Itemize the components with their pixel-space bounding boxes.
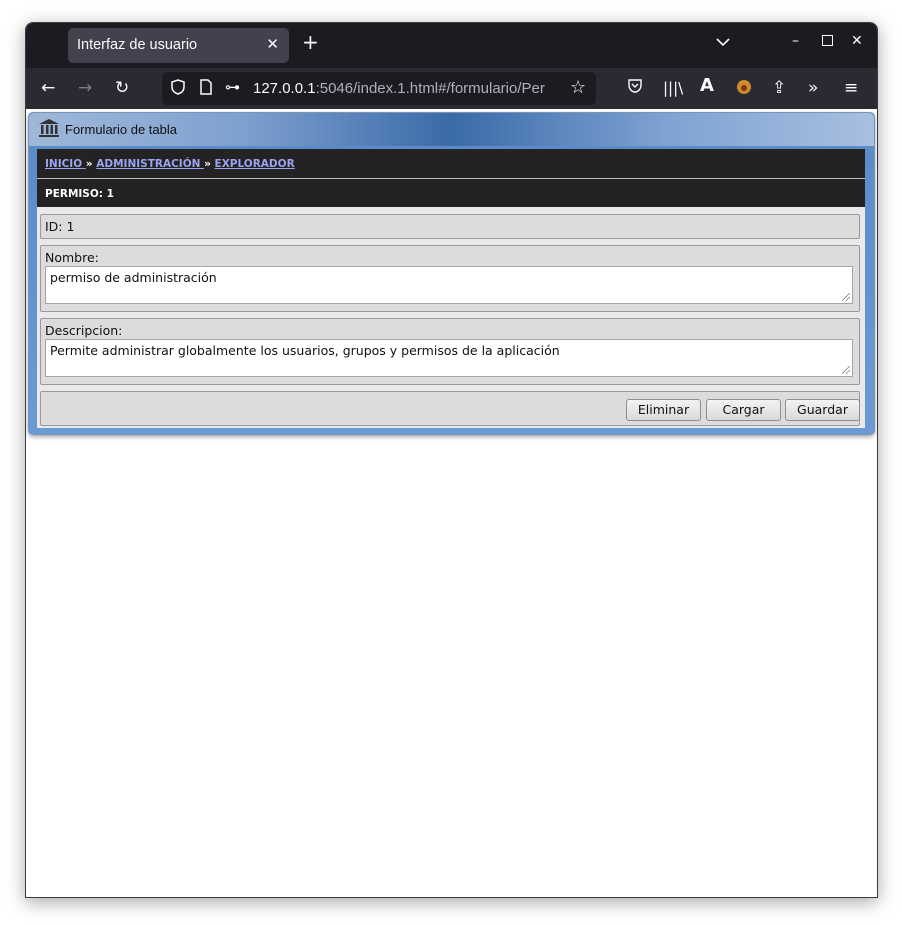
panel-title: Formulario de tabla	[65, 122, 177, 137]
bookmark-star-icon[interactable]: ☆	[570, 77, 586, 98]
new-tab-icon[interactable]: +	[302, 32, 319, 52]
tab-close-icon[interactable]: ✕	[266, 35, 279, 53]
reload-icon[interactable]: ↻	[115, 79, 129, 97]
breadcrumb-separator: »	[85, 158, 97, 170]
descripcion-textarea[interactable]: Permite administrar globalmente los usua…	[45, 339, 853, 377]
share-icon[interactable]: ⇪	[772, 79, 786, 97]
descripcion-value: Permite administrar globalmente los usua…	[50, 343, 560, 358]
breadcrumb-separator: »	[204, 158, 215, 170]
id-label: ID: 1	[45, 219, 75, 234]
forward-icon: →	[78, 78, 93, 98]
descripcion-label: Descripcion:	[45, 323, 123, 338]
title-bar: Interfaz de usuario ✕ + – ✕	[26, 23, 877, 68]
panel-header: Formulario de tabla	[29, 113, 874, 146]
resize-grip-icon[interactable]	[842, 366, 850, 374]
page-content: Formulario de tabla INICIO » ADMINISTRAC…	[26, 109, 877, 897]
nombre-field: Nombre: permiso de administración	[40, 245, 860, 312]
extension-icon[interactable]	[736, 79, 752, 99]
button-bar: Eliminar Cargar Guardar	[40, 391, 860, 426]
shield-icon[interactable]	[171, 79, 185, 99]
breadcrumb-explorador[interactable]: EXPLORADOR	[215, 158, 295, 170]
resize-grip-icon[interactable]	[842, 293, 850, 301]
breadcrumb: INICIO » ADMINISTRACIÓN » EXPLORADOR	[37, 149, 865, 179]
library-icon[interactable]: |||\	[663, 79, 683, 97]
overflow-menu-icon[interactable]: »	[808, 79, 818, 97]
descripcion-field: Descripcion: Permite administrar globalm…	[40, 318, 860, 385]
close-window-icon[interactable]: ✕	[851, 33, 863, 49]
record-subtitle: PERMISO: 1	[37, 179, 865, 207]
browser-window: Interfaz de usuario ✕ + – ✕ ← → ↻ ⊶ 127.…	[25, 22, 878, 898]
delete-button[interactable]: Eliminar	[626, 399, 701, 421]
pocket-icon[interactable]	[627, 79, 643, 97]
key-icon[interactable]: ⊶	[225, 78, 240, 96]
tab-title: Interfaz de usuario	[77, 37, 198, 53]
url-bar[interactable]: ⊶ 127.0.0.1:5046/index.1.html#/formulari…	[162, 72, 596, 105]
form-area: ID: 1 Nombre: permiso de administración …	[37, 207, 865, 428]
save-button[interactable]: Guardar	[785, 399, 860, 421]
minimize-icon[interactable]: –	[792, 33, 799, 49]
page-icon	[200, 79, 212, 99]
back-icon[interactable]: ←	[41, 79, 55, 97]
navigation-bar: ← → ↻ ⊶ 127.0.0.1:5046/index.1.html#/for…	[26, 68, 877, 109]
url-text[interactable]: 127.0.0.1:5046/index.1.html#/formulario/…	[253, 80, 559, 97]
list-all-tabs-icon[interactable]	[716, 35, 730, 51]
record-title: PERMISO: 1	[45, 188, 114, 200]
breadcrumb-inicio[interactable]: INICIO	[45, 158, 86, 170]
reader-font-icon[interactable]: A	[700, 77, 714, 95]
maximize-icon[interactable]	[822, 34, 833, 50]
form-panel: Formulario de tabla INICIO » ADMINISTRAC…	[28, 112, 875, 435]
nombre-textarea[interactable]: permiso de administración	[45, 266, 853, 304]
nombre-label: Nombre:	[45, 250, 99, 265]
breadcrumb-administracion[interactable]: ADMINISTRACIÓN	[96, 158, 204, 170]
hamburger-menu-icon[interactable]: ≡	[844, 79, 858, 97]
nombre-value: permiso de administración	[50, 270, 217, 285]
institution-icon	[38, 118, 60, 142]
id-field: ID: 1	[40, 214, 860, 239]
load-button[interactable]: Cargar	[706, 399, 781, 421]
browser-tab[interactable]: Interfaz de usuario ✕	[68, 28, 289, 63]
